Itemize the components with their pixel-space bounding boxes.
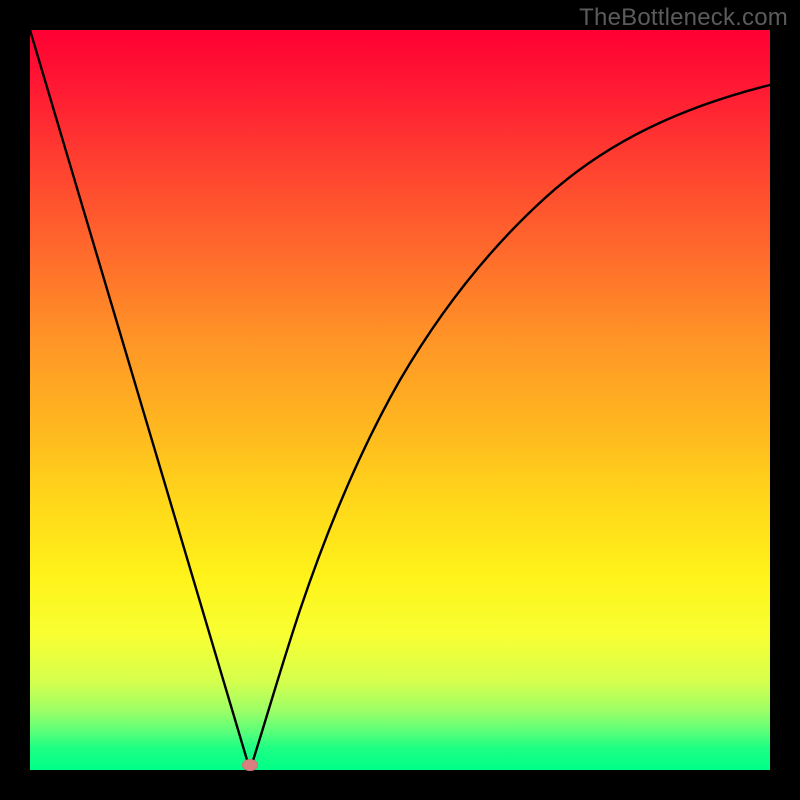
optimum-marker bbox=[242, 759, 258, 771]
bottleneck-curve bbox=[30, 30, 770, 770]
chart-frame: TheBottleneck.com bbox=[0, 0, 800, 800]
plot-area bbox=[30, 30, 770, 770]
curve-layer bbox=[30, 30, 770, 770]
watermark-text: TheBottleneck.com bbox=[579, 4, 788, 32]
